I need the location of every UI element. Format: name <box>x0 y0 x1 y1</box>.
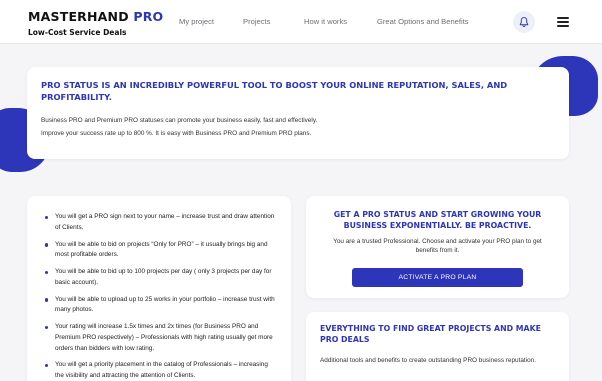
bell-icon <box>519 17 529 28</box>
hamburger-menu-icon[interactable] <box>557 17 569 27</box>
hamburger-line <box>557 21 569 23</box>
pro-status-intro-card: PRO STATUS IS AN INCREDIBLY POWERFUL TOO… <box>27 67 569 159</box>
benefit-item: You will be able to bid up to 100 projec… <box>43 267 275 288</box>
top-navigation-bar: MASTERHAND PRO Low-Cost Service Deals My… <box>0 0 602 44</box>
benefit-item: You will be able to bid on projects “Onl… <box>43 240 275 261</box>
brand-name: MASTERHAND <box>28 9 129 24</box>
intro-text-1: Business PRO and Premium PRO statuses ca… <box>41 117 318 124</box>
page: MASTERHAND PRO Low-Cost Service Deals My… <box>0 0 602 381</box>
hamburger-line <box>557 17 569 19</box>
brand-logo[interactable]: MASTERHAND PRO Low-Cost Service Deals <box>28 9 163 37</box>
hamburger-line <box>557 25 569 27</box>
nav-link-great-options[interactable]: Great Options and Benefits <box>377 17 469 26</box>
cta-title: GET A PRO STATUS AND START GROWING YOUR … <box>333 210 542 230</box>
intro-title: PRO STATUS IS AN INCREDIBLY POWERFUL TOO… <box>41 80 508 102</box>
cta-text: You are a trusted Professional. Choose a… <box>333 238 542 254</box>
benefit-item: Your rating will increase 1.5x times and… <box>43 322 275 354</box>
benefit-item: You will be able to upload up to 25 work… <box>43 295 275 316</box>
pro-tools-card: EVERYTHING TO FIND GREAT PROJECTS AND MA… <box>306 312 569 381</box>
activate-pro-plan-button[interactable]: ACTIVATE A PRO PLAN <box>352 268 523 288</box>
tools-text: Additional tools and benefits to create … <box>320 356 536 364</box>
intro-text-2: Improve your success rate up to 800 %. I… <box>41 130 312 137</box>
tools-title: EVERYTHING TO FIND GREAT PROJECTS AND MA… <box>320 324 541 344</box>
pro-benefits-card: You will get a PRO sign next to your nam… <box>27 196 291 381</box>
nav-link-projects[interactable]: Projects <box>243 17 270 26</box>
nav-link-how-it-works[interactable]: How it works <box>304 17 347 26</box>
brand-subtitle: Low-Cost Service Deals <box>28 28 127 37</box>
activate-pro-card: GET A PRO STATUS AND START GROWING YOUR … <box>306 196 569 298</box>
benefit-item: You will get a PRO sign next to your nam… <box>43 212 275 233</box>
benefits-list: You will get a PRO sign next to your nam… <box>43 212 275 381</box>
brand-title: MASTERHAND PRO <box>28 9 163 24</box>
notifications-button[interactable] <box>513 11 535 33</box>
nav-link-my-project[interactable]: My project <box>179 17 214 26</box>
brand-accent: PRO <box>133 9 164 24</box>
benefit-item: You will get a priority placement in the… <box>43 360 275 381</box>
